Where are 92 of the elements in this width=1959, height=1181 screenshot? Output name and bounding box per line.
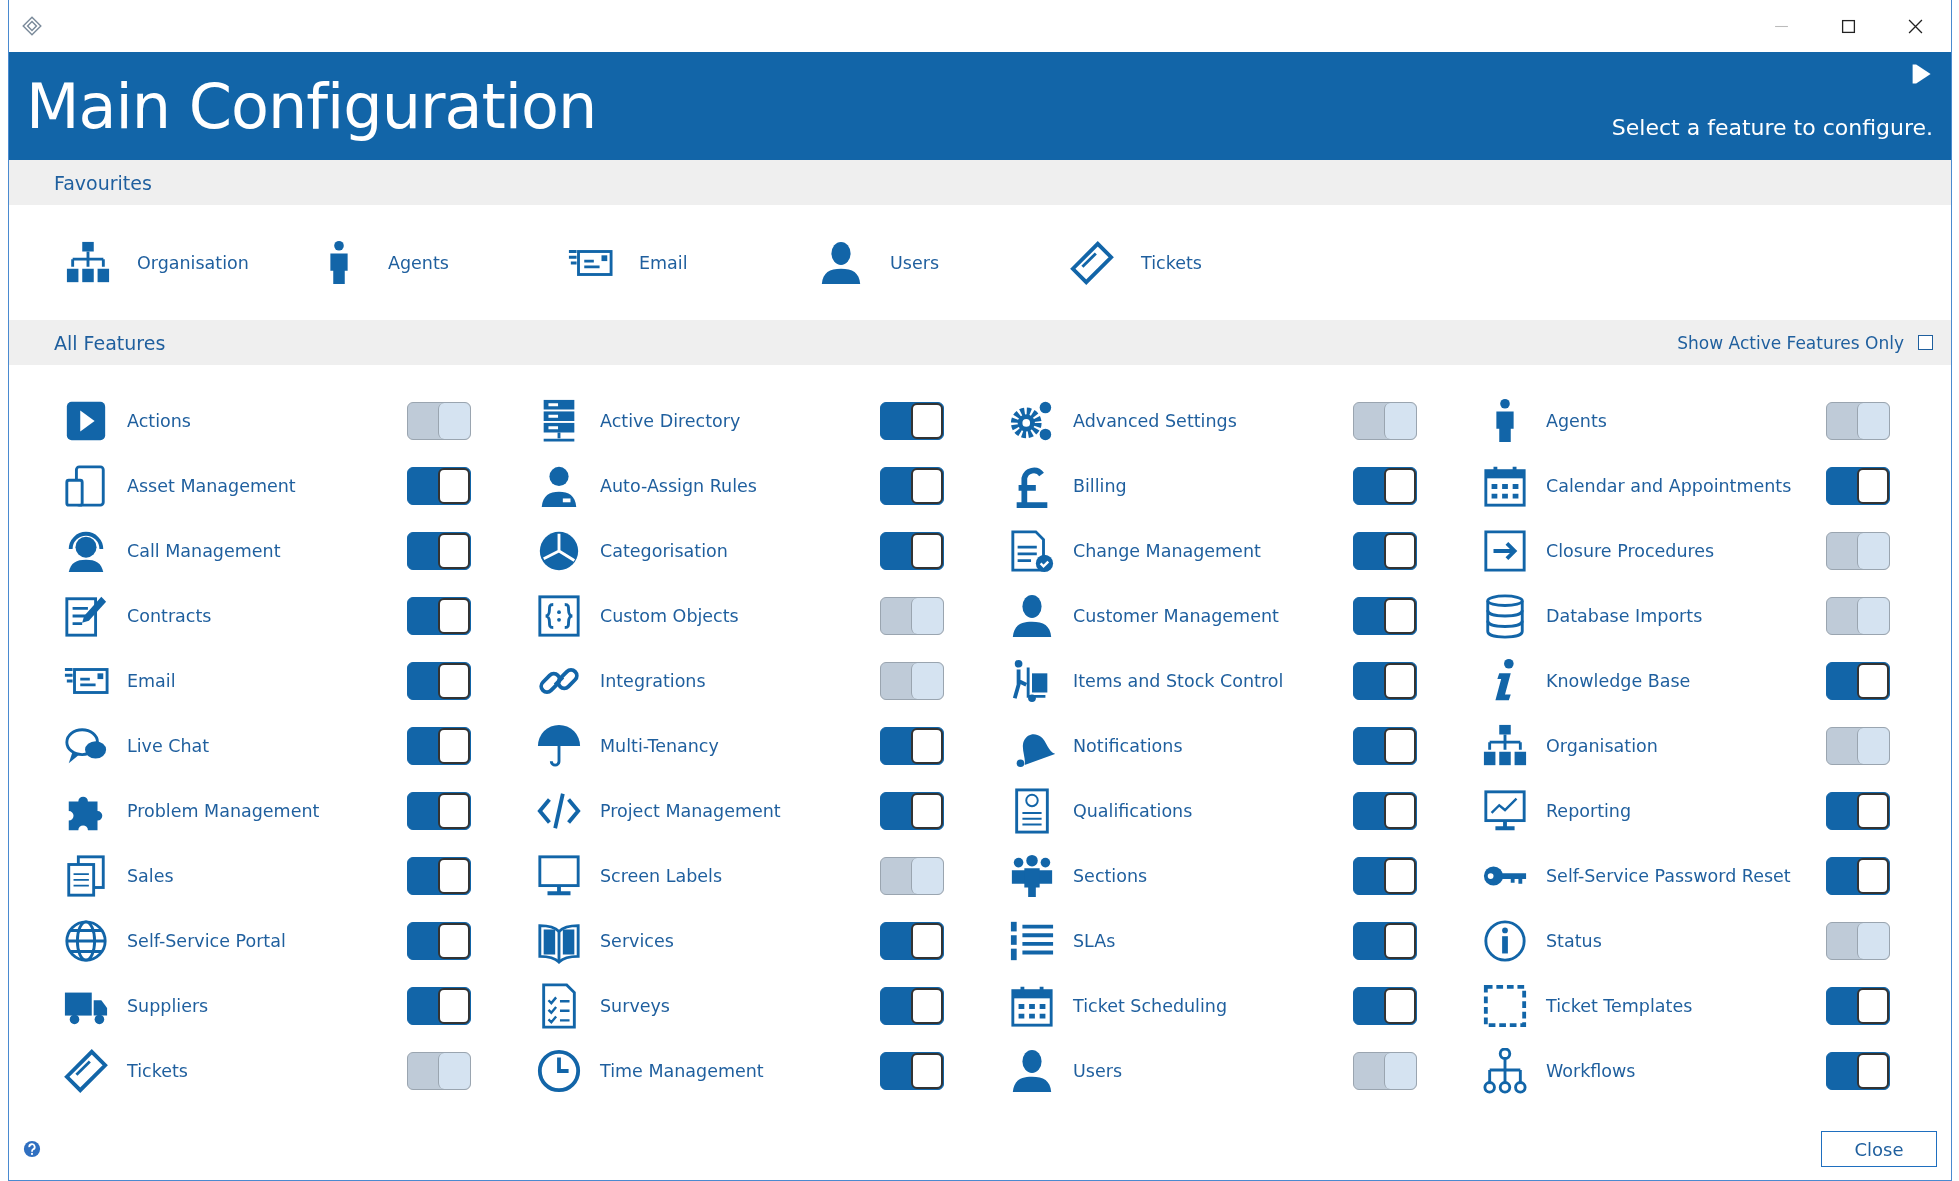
feature-toggle[interactable] <box>880 531 944 570</box>
feature-toggle[interactable] <box>1353 986 1417 1025</box>
section-title: Favourites <box>54 171 152 194</box>
feature-link[interactable]: Problem Management <box>127 800 407 821</box>
feature-toggle[interactable] <box>1353 791 1417 830</box>
globe-icon <box>63 917 109 964</box>
feature-link[interactable]: Sales <box>127 865 407 886</box>
braces-icon <box>536 592 582 639</box>
feature-link[interactable]: Surveys <box>600 995 880 1016</box>
document-check-icon <box>1009 527 1055 574</box>
favourite-link[interactable]: Agents <box>388 252 449 273</box>
favourite-link[interactable]: Organisation <box>137 252 249 273</box>
feature-toggle[interactable] <box>1353 856 1417 895</box>
feature-link[interactable]: Billing <box>1073 475 1353 496</box>
close-button[interactable]: Close <box>1821 1131 1937 1167</box>
feature-link[interactable]: Notifications <box>1073 735 1353 756</box>
feature-toggle[interactable] <box>1353 466 1417 505</box>
feature-toggle[interactable] <box>1826 466 1890 505</box>
feature-toggle[interactable] <box>1353 531 1417 570</box>
feature-toggle[interactable] <box>880 1051 944 1090</box>
feature-link[interactable]: Ticket Scheduling <box>1073 995 1353 1016</box>
feature-toggle[interactable] <box>407 726 471 765</box>
clock-icon <box>536 1047 582 1094</box>
feature-toggle[interactable] <box>880 986 944 1025</box>
feature-link[interactable]: Call Management <box>127 540 407 561</box>
feature-toggle[interactable] <box>1826 661 1890 700</box>
feature-toggle[interactable] <box>880 466 944 505</box>
feature-link[interactable]: Asset Management <box>127 475 407 496</box>
feature-link[interactable]: Calendar and Appointments <box>1546 475 1826 496</box>
feature-toggle[interactable] <box>1353 726 1417 765</box>
favourite-link[interactable]: Tickets <box>1141 252 1202 273</box>
umbrella-icon <box>536 722 582 769</box>
feature-toggle[interactable] <box>1353 921 1417 960</box>
ticket-icon[interactable] <box>1069 239 1115 286</box>
feature-toggle[interactable] <box>407 466 471 505</box>
feature-toggle[interactable] <box>880 401 944 440</box>
feature-toggle[interactable] <box>407 596 471 635</box>
page-title: Main Configuration <box>26 69 597 143</box>
feature-link[interactable]: Contracts <box>127 605 407 626</box>
feature-link[interactable]: Multi-Tenancy <box>600 735 880 756</box>
feature-toggle[interactable] <box>1826 986 1890 1025</box>
feature-link[interactable]: Active Directory <box>600 410 880 431</box>
section-title: All Features <box>54 331 166 354</box>
feature-toggle[interactable] <box>1826 1051 1890 1090</box>
feature-toggle[interactable] <box>1353 596 1417 635</box>
exit-icon <box>1482 527 1528 574</box>
feature-toggle[interactable] <box>1353 661 1417 700</box>
close-icon[interactable] <box>1908 18 1923 34</box>
dashed-square-icon <box>1482 982 1528 1029</box>
help-icon[interactable] <box>23 1140 41 1158</box>
feature-link[interactable]: Sections <box>1073 865 1353 886</box>
filter-label: Show Active Features Only <box>1677 332 1904 353</box>
feature-link[interactable]: Suppliers <box>127 995 407 1016</box>
favourite-link[interactable]: Users <box>890 252 939 273</box>
feature-link[interactable]: Knowledge Base <box>1546 670 1826 691</box>
feature-toggle[interactable] <box>880 726 944 765</box>
feature-link[interactable]: Email <box>127 670 407 691</box>
feature-link[interactable]: Items and Stock Control <box>1073 670 1353 691</box>
feature-toggle[interactable] <box>880 791 944 830</box>
feature-toggle[interactable] <box>407 791 471 830</box>
feature-link[interactable]: Self-Service Password Reset <box>1546 865 1826 886</box>
feature-toggle[interactable] <box>407 661 471 700</box>
feature-link[interactable]: Project Management <box>600 800 880 821</box>
feature-link[interactable]: Time Management <box>600 1060 880 1081</box>
feature-toggle[interactable] <box>407 986 471 1025</box>
feature-link[interactable]: Live Chat <box>127 735 407 756</box>
feature-link[interactable]: Auto-Assign Rules <box>600 475 880 496</box>
feature-toggle[interactable] <box>407 856 471 895</box>
people-icon <box>1009 852 1055 899</box>
maximize-icon[interactable] <box>1841 18 1856 34</box>
feature-link[interactable]: Categorisation <box>600 540 880 561</box>
feature-toggle[interactable] <box>1826 856 1890 895</box>
feature-toggle[interactable] <box>1826 791 1890 830</box>
filter-checkbox[interactable] <box>1918 335 1933 350</box>
header-subtitle: Select a feature to configure. <box>1611 115 1933 140</box>
feature-toggle[interactable] <box>407 921 471 960</box>
feature-link[interactable]: Services <box>600 930 880 951</box>
feature-link[interactable]: Self-Service Portal <box>127 930 407 951</box>
feature-toggle[interactable] <box>407 531 471 570</box>
feature-link[interactable]: Ticket Templates <box>1546 995 1826 1016</box>
feature-link[interactable]: Reporting <box>1546 800 1826 821</box>
feature-link[interactable]: Change Management <box>1073 540 1353 561</box>
feature-link[interactable]: Qualifications <box>1073 800 1353 821</box>
favourite-link[interactable]: Email <box>639 252 688 273</box>
feature-link[interactable]: Customer Management <box>1073 605 1353 626</box>
info-icon <box>1482 917 1528 964</box>
ticket-icon <box>63 1047 109 1094</box>
feature-toggle[interactable] <box>880 921 944 960</box>
feature-link[interactable]: SLAs <box>1073 930 1353 951</box>
feature-link[interactable]: Workflows <box>1546 1060 1826 1081</box>
workflow-icon <box>1482 1047 1528 1094</box>
app-logo-icon <box>21 15 43 37</box>
